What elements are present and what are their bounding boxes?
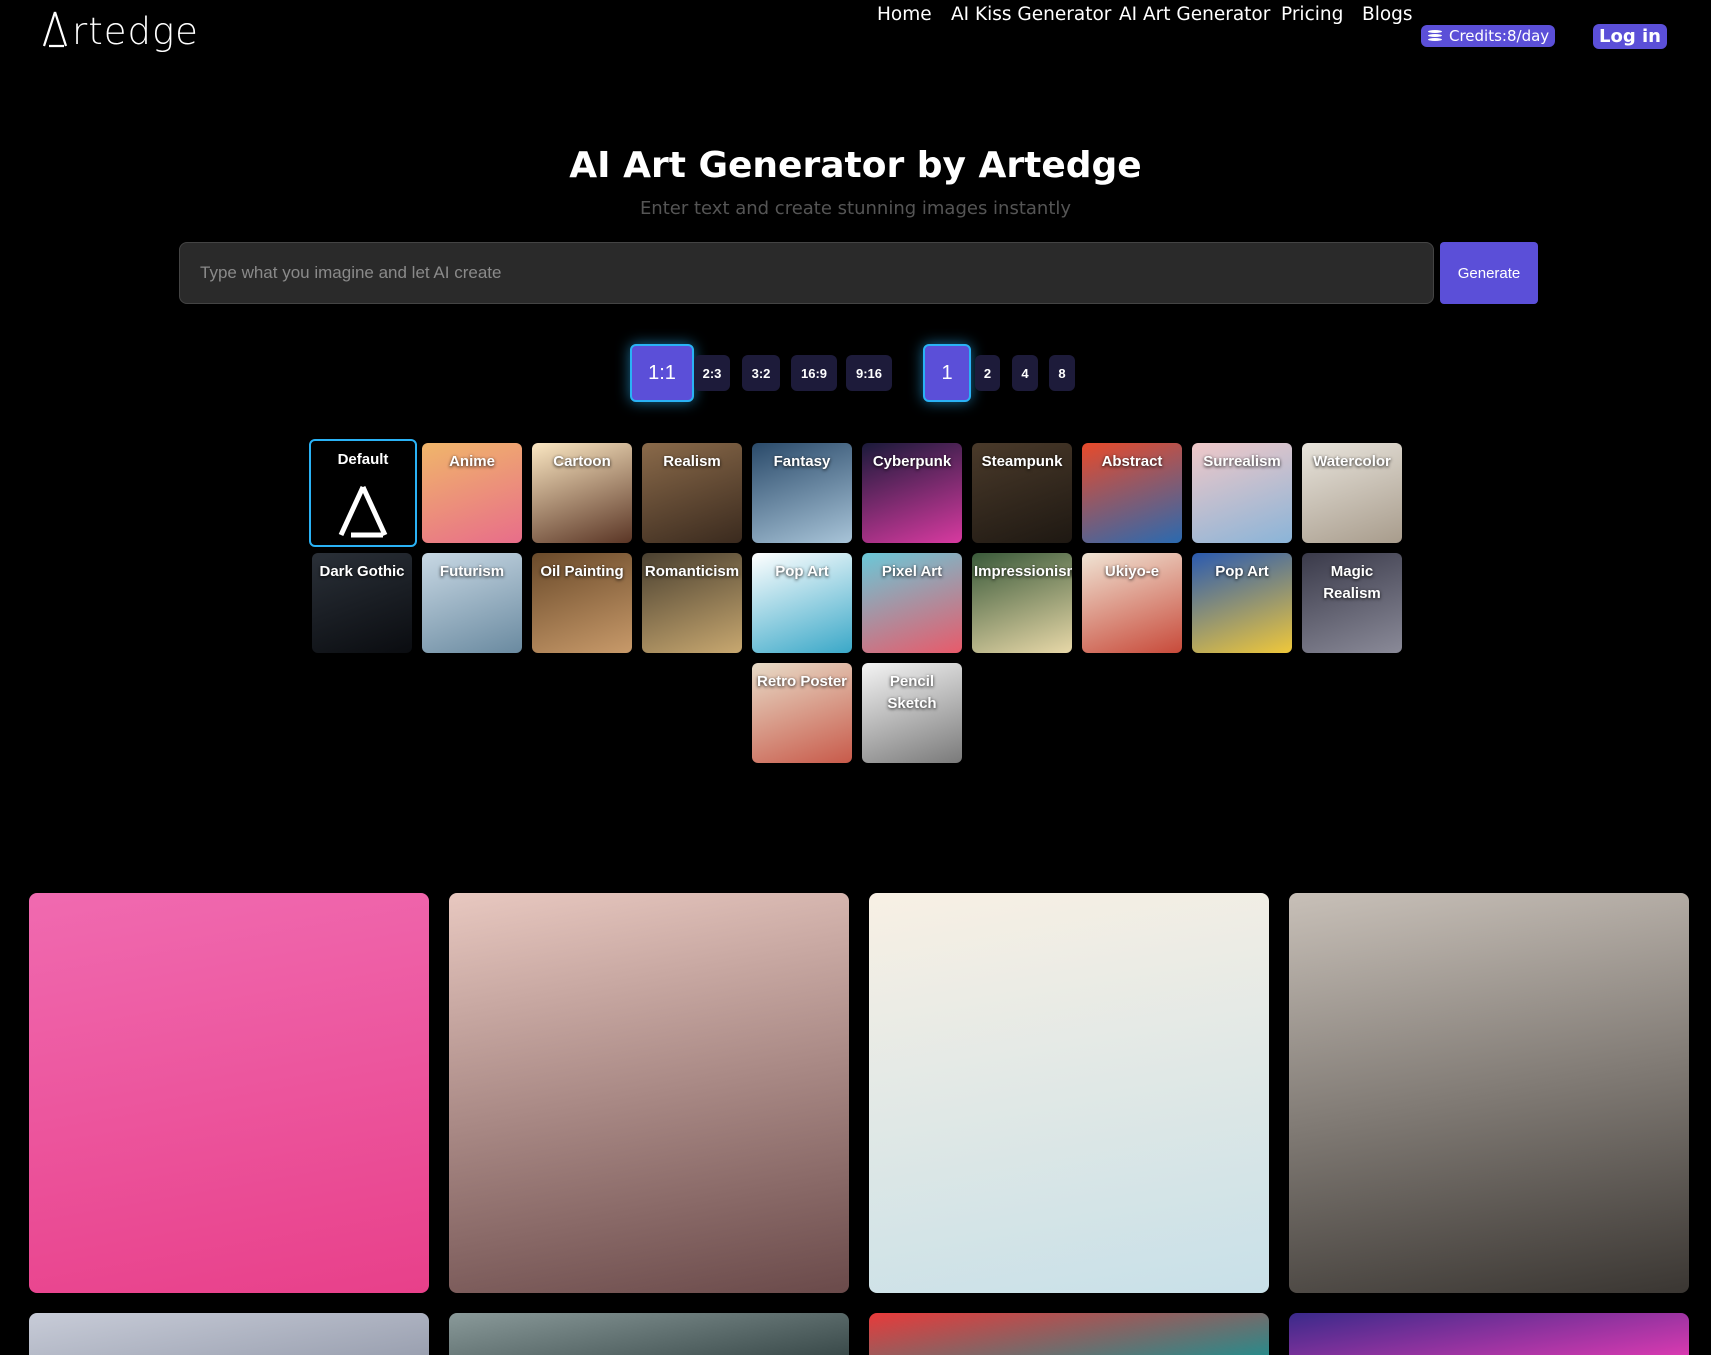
nav-blogs[interactable]: Blogs [1362,0,1413,30]
style-option-label: Realism [663,453,721,470]
style-option[interactable]: Pop Art [1192,553,1292,653]
style-option[interactable]: Cyberpunk [862,443,962,543]
login-button[interactable]: Log in [1593,24,1667,49]
style-option-label: Surrealism [1203,453,1281,470]
count-option-2[interactable]: 2 [975,355,1000,391]
style-option[interactable]: Surrealism [1192,443,1292,543]
style-option-label: Pencil Sketch [887,673,937,712]
style-option-label: Default [337,451,389,468]
gallery-image[interactable] [449,1313,849,1355]
artedge-logo-icon [42,11,68,48]
site-header: rtedge Home AI Kiss Generator AI Art Gen… [0,0,1711,80]
style-option-label: Steampunk [981,453,1063,470]
nav-pricing[interactable]: Pricing [1281,0,1343,30]
credits-text: Credits:8/day [1449,27,1550,45]
style-option-label: Pixel Art [881,563,943,580]
style-option-label: Cyberpunk [872,453,952,470]
style-option-label: Pop Art [775,563,829,580]
count-option-1[interactable]: 1 [923,344,971,402]
style-option[interactable]: Romanticism [642,553,742,653]
count-option-8[interactable]: 8 [1049,355,1075,391]
count-option-4[interactable]: 4 [1012,355,1038,391]
gallery-image[interactable] [1289,1313,1689,1355]
nav-ai-art-generator[interactable]: AI Art Generator [1119,0,1270,30]
prompt-input[interactable] [179,242,1434,304]
gallery-image[interactable] [1289,893,1689,1293]
page-subtitle: Enter text and create stunning images in… [639,198,1072,219]
style-option[interactable]: Watercolor [1302,443,1402,543]
default-style-icon [338,485,388,538]
style-option[interactable]: Anime [422,443,522,543]
style-option[interactable]: Oil Painting [532,553,632,653]
gallery-image[interactable] [449,893,849,1293]
gallery-image[interactable] [29,1313,429,1355]
nav-home[interactable]: Home [877,0,932,30]
credits-badge[interactable]: Credits:8/day [1421,25,1556,47]
ratio-option-16-9[interactable]: 16:9 [791,355,837,391]
style-option[interactable]: Abstract [1082,443,1182,543]
coins-icon [1425,29,1445,43]
nav-ai-kiss-generator[interactable]: AI Kiss Generator [951,0,1111,30]
logo[interactable]: rtedge [40,10,199,53]
ratio-option-3-2[interactable]: 3:2 [742,355,780,391]
style-option[interactable]: Pop Art [752,553,852,653]
ratio-option-1-1[interactable]: 1:1 [630,344,694,402]
style-option[interactable]: Ukiyo-e [1082,553,1182,653]
style-option-label: Pop Art [1215,563,1269,580]
gallery-image[interactable] [869,1313,1269,1355]
style-option-label: Ukiyo-e [1104,563,1160,580]
style-option[interactable]: Retro Poster [752,663,852,763]
logo-text: rtedge [72,10,199,53]
style-option-label: Watercolor [1313,453,1391,470]
style-option[interactable]: Cartoon [532,443,632,543]
style-option[interactable]: Steampunk [972,443,1072,543]
style-option-label: Retro Poster [756,673,848,690]
style-option-label: Futurism [439,563,505,580]
generate-button[interactable]: Generate [1440,242,1538,304]
style-option[interactable]: Magic Realism [1302,553,1402,653]
style-option[interactable]: Fantasy [752,443,852,543]
style-option[interactable]: Impressionism [972,553,1072,653]
style-option[interactable]: Pencil Sketch [862,663,962,763]
style-option-label: Abstract [1101,453,1163,470]
style-option[interactable]: Dark Gothic [312,553,412,653]
gallery-image[interactable] [869,893,1269,1293]
ratio-option-2-3[interactable]: 2:3 [694,355,730,391]
page-title: AI Art Generator by Artedge [569,145,1142,186]
style-option-label: Magic Realism [1323,563,1381,602]
style-option-label: Cartoon [553,453,611,470]
style-option[interactable]: Futurism [422,553,522,653]
ratio-option-9-16[interactable]: 9:16 [846,355,892,391]
style-option-label: Dark Gothic [319,563,405,580]
style-option[interactable]: Realism [642,443,742,543]
style-option[interactable]: Default [309,439,417,547]
gallery-image[interactable] [29,893,429,1293]
style-option-label: Fantasy [773,453,831,470]
style-option-label: Romanticism [644,563,740,580]
style-option-label: Oil Painting [540,563,624,580]
style-option[interactable]: Pixel Art [862,553,962,653]
style-option-label: Anime [449,453,495,470]
style-option-label: Impressionism [974,563,1072,580]
